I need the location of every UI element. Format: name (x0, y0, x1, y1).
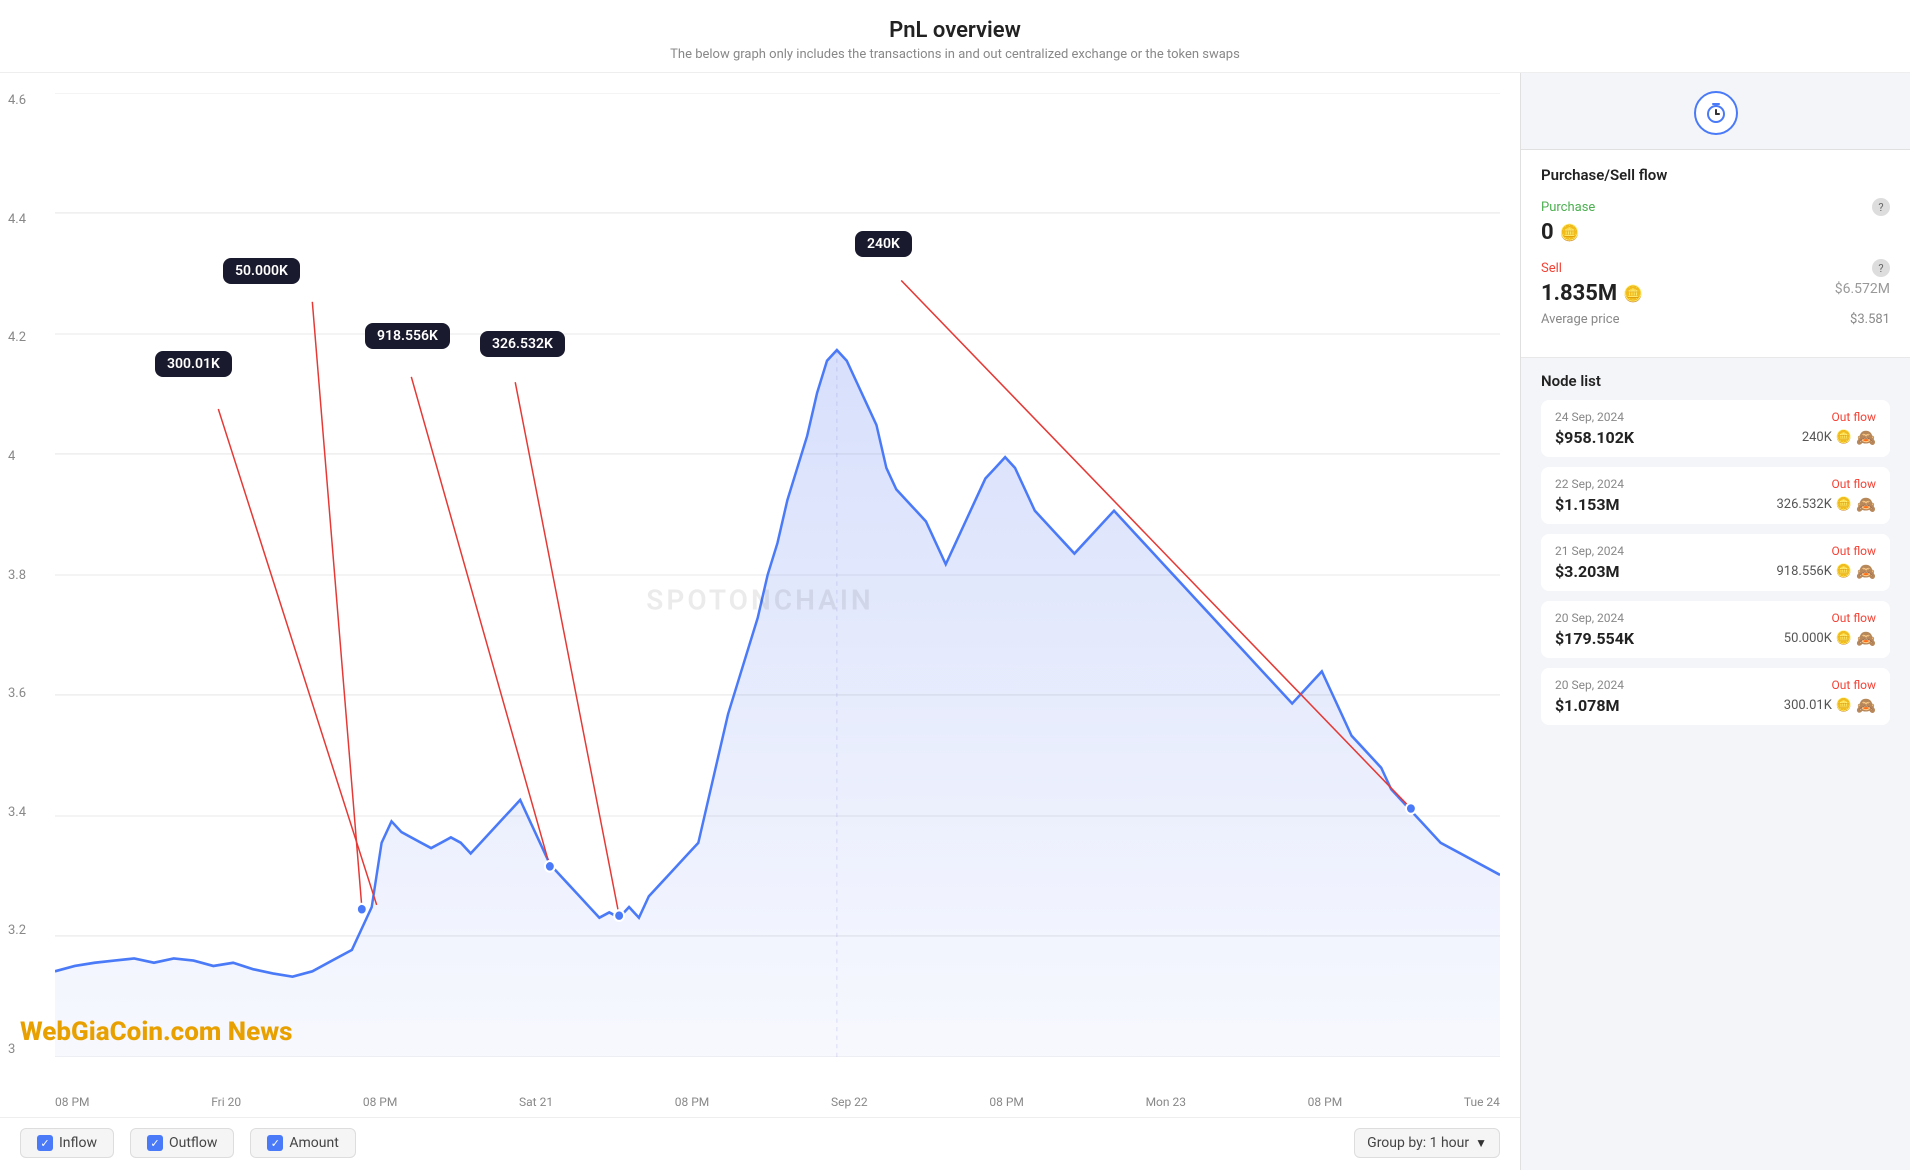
node-flow-label: Out flow (1832, 678, 1876, 692)
node-flow-label: Out flow (1832, 544, 1876, 558)
x-axis: 08 PM Fri 20 08 PM Sat 21 08 PM Sep 22 0… (55, 1095, 1500, 1109)
sell-value: 1.835M 🪙 (1541, 281, 1643, 306)
node-usd-value: $958.102K (1555, 428, 1634, 447)
node-tokens: 918.556K 🪙 🙈 (1776, 562, 1876, 581)
node-date: 22 Sep, 2024 (1555, 477, 1624, 491)
sidebar: Purchase/Sell flow Purchase ? 0 🪙 Sel (1520, 73, 1910, 1170)
inflow-label: Inflow (59, 1135, 97, 1151)
node-tokens: 326.532K 🪙 🙈 (1776, 495, 1876, 514)
chart-svg (55, 93, 1500, 1057)
purchase-help-icon[interactable]: ? (1872, 198, 1890, 216)
node-usd-value: $179.554K (1555, 629, 1634, 648)
outflow-checkbox[interactable]: ✓ (147, 1135, 163, 1151)
outflow-label: Outflow (169, 1135, 217, 1151)
purchase-sell-section: Purchase/Sell flow Purchase ? 0 🪙 Sel (1521, 150, 1910, 358)
chart-section: 4.6 4.4 4.2 4 3.8 3.6 3.4 3.2 3 SPOTONCH… (0, 73, 1520, 1170)
inflow-legend[interactable]: ✓ Inflow (20, 1128, 114, 1158)
node-usd-value: $3.203M (1555, 562, 1620, 581)
node-date: 20 Sep, 2024 (1555, 678, 1624, 692)
section-title: Purchase/Sell flow (1541, 166, 1890, 184)
token-amount: 918.556K (1776, 564, 1831, 579)
node-flow-label: Out flow (1832, 477, 1876, 491)
purchase-value: 0 🪙 (1541, 220, 1890, 245)
group-by-selector[interactable]: Group by: 1 hour ▼ (1354, 1128, 1500, 1158)
eye-icon[interactable]: 🙈 (1856, 696, 1876, 715)
sell-label: Sell ? (1541, 259, 1890, 277)
node-item: 24 Sep, 2024 Out flow $958.102K 240K 🪙 🙈 (1541, 400, 1890, 457)
node-list-section: Node list 24 Sep, 2024 Out flow $958.102… (1521, 358, 1910, 749)
node-date: 21 Sep, 2024 (1555, 544, 1624, 558)
page-subtitle: The below graph only includes the transa… (0, 47, 1910, 62)
sidebar-timer-section (1521, 73, 1910, 150)
chevron-down-icon: ▼ (1475, 1136, 1487, 1150)
token-icon-sell: 🪙 (1623, 284, 1643, 303)
node-list-title: Node list (1541, 372, 1890, 390)
sell-help-icon[interactable]: ? (1872, 259, 1890, 277)
token-amount: 240K (1802, 430, 1832, 445)
avg-price-row: Average price $3.581 (1541, 312, 1890, 327)
node-list-container: 24 Sep, 2024 Out flow $958.102K 240K 🪙 🙈… (1541, 400, 1890, 725)
brand-watermark: WebGiaCoin.com News (20, 1017, 293, 1047)
purchase-label: Purchase ? (1541, 198, 1890, 216)
sell-usd-value: $6.572M (1835, 281, 1890, 297)
sell-row: Sell ? 1.835M 🪙 $6.572M Average price $3… (1541, 259, 1890, 327)
purchase-row: Purchase ? 0 🪙 (1541, 198, 1890, 245)
amount-label: Amount (289, 1135, 338, 1151)
node-flow-label: Out flow (1832, 410, 1876, 424)
token-amount: 300.01K (1784, 698, 1832, 713)
eye-icon[interactable]: 🙈 (1856, 495, 1876, 514)
y-axis: 4.6 4.4 4.2 4 3.8 3.6 3.4 3.2 3 (8, 93, 26, 1057)
token-amount: 50.000K (1784, 631, 1832, 646)
eye-icon[interactable]: 🙈 (1856, 428, 1876, 447)
eye-icon[interactable]: 🙈 (1856, 629, 1876, 648)
outflow-legend[interactable]: ✓ Outflow (130, 1128, 234, 1158)
page-header: PnL overview The below graph only includ… (0, 0, 1910, 73)
token-icon: 🪙 (1560, 223, 1580, 242)
node-item: 20 Sep, 2024 Out flow $1.078M 300.01K 🪙 … (1541, 668, 1890, 725)
chart-footer: ✓ Inflow ✓ Outflow ✓ Amount Group by: 1 … (0, 1117, 1520, 1170)
node-flow-label: Out flow (1832, 611, 1876, 625)
avg-price-value: $3.581 (1850, 312, 1890, 327)
amount-legend[interactable]: ✓ Amount (250, 1128, 355, 1158)
node-item: 21 Sep, 2024 Out flow $3.203M 918.556K 🪙… (1541, 534, 1890, 591)
node-tokens: 240K 🪙 🙈 (1802, 428, 1876, 447)
node-tokens: 300.01K 🪙 🙈 (1784, 696, 1876, 715)
timer-icon (1694, 91, 1738, 135)
token-icon: 🪙 (1836, 497, 1852, 512)
node-tokens: 50.000K 🪙 🙈 (1784, 629, 1876, 648)
token-icon: 🪙 (1836, 564, 1852, 579)
amount-checkbox[interactable]: ✓ (267, 1135, 283, 1151)
node-usd-value: $1.153M (1555, 495, 1620, 514)
eye-icon[interactable]: 🙈 (1856, 562, 1876, 581)
avg-price-label: Average price (1541, 312, 1619, 327)
node-usd-value: $1.078M (1555, 696, 1620, 715)
node-date: 20 Sep, 2024 (1555, 611, 1624, 625)
inflow-checkbox[interactable]: ✓ (37, 1135, 53, 1151)
node-item: 20 Sep, 2024 Out flow $179.554K 50.000K … (1541, 601, 1890, 658)
node-date: 24 Sep, 2024 (1555, 410, 1624, 424)
chart-area: 4.6 4.4 4.2 4 3.8 3.6 3.4 3.2 3 SPOTONCH… (0, 83, 1520, 1117)
node-item: 22 Sep, 2024 Out flow $1.153M 326.532K 🪙… (1541, 467, 1890, 524)
token-icon: 🪙 (1836, 430, 1852, 445)
token-icon: 🪙 (1836, 698, 1852, 713)
token-icon: 🪙 (1836, 631, 1852, 646)
group-by-label: Group by: 1 hour (1367, 1135, 1469, 1151)
token-amount: 326.532K (1776, 497, 1831, 512)
page-title: PnL overview (0, 18, 1910, 43)
